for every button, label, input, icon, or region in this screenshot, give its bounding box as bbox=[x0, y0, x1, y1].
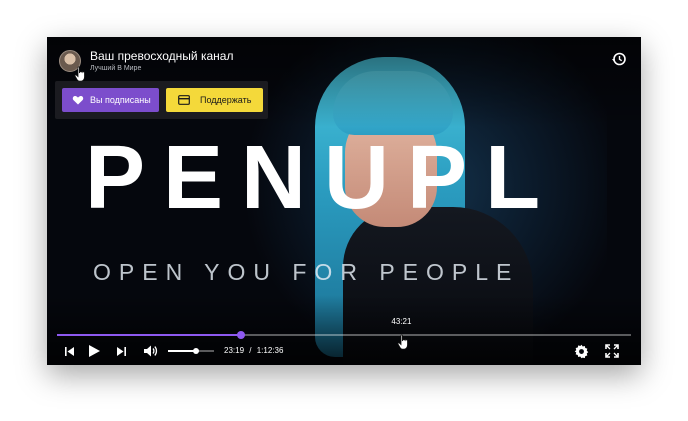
time-separator: / bbox=[249, 346, 252, 355]
volume-button[interactable] bbox=[142, 343, 158, 359]
video-tagline: OPEN YOU FOR PEOPLE bbox=[93, 259, 520, 285]
play-icon bbox=[89, 345, 100, 357]
time-display: 23:19 / 1:12:36 bbox=[224, 346, 283, 355]
fullscreen-icon bbox=[605, 344, 619, 358]
video-logo-text: PENUPL bbox=[85, 128, 559, 228]
credit-card-icon bbox=[178, 95, 190, 105]
fullscreen-button[interactable] bbox=[604, 343, 620, 359]
volume-icon bbox=[143, 345, 157, 357]
subscribed-button[interactable]: Вы подписаны bbox=[62, 88, 159, 112]
channel-actions-panel: Вы подписаны Поддержать bbox=[55, 81, 268, 119]
subscribed-button-label: Вы подписаны bbox=[90, 95, 151, 105]
skip-next-icon bbox=[116, 346, 126, 356]
volume-slider[interactable] bbox=[168, 348, 214, 354]
volume-level bbox=[168, 350, 196, 352]
history-icon[interactable] bbox=[611, 51, 627, 67]
skip-previous-button[interactable] bbox=[61, 343, 77, 359]
video-player[interactable]: PENUPL OPEN YOU FOR PEOPLE Ваш превосход… bbox=[47, 37, 641, 365]
progress-bar[interactable]: 43:21 bbox=[57, 317, 631, 339]
channel-name[interactable]: Ваш превосходный канал bbox=[90, 49, 233, 63]
current-time: 23:19 bbox=[224, 346, 245, 355]
channel-info: Ваш превосходный канал Лучший В Мире bbox=[90, 49, 233, 73]
settings-button[interactable] bbox=[573, 343, 589, 359]
support-button-label: Поддержать bbox=[200, 95, 252, 105]
duration: 1:12:36 bbox=[256, 346, 284, 355]
heart-icon bbox=[72, 95, 84, 105]
skip-previous-icon bbox=[64, 346, 74, 356]
skip-next-button[interactable] bbox=[113, 343, 129, 359]
gear-icon bbox=[574, 344, 588, 358]
mouse-cursor-hand-icon bbox=[74, 66, 85, 82]
control-bar: 23:19 / 1:12:36 bbox=[47, 339, 641, 365]
hover-time-tooltip: 43:21 bbox=[391, 317, 412, 326]
progress-scrubber[interactable] bbox=[236, 331, 245, 339]
channel-subtitle: Лучший В Мире bbox=[90, 65, 142, 72]
play-button[interactable] bbox=[86, 343, 102, 359]
support-button[interactable]: Поддержать bbox=[166, 88, 263, 112]
volume-knob[interactable] bbox=[192, 348, 199, 354]
progress-played bbox=[57, 334, 241, 336]
